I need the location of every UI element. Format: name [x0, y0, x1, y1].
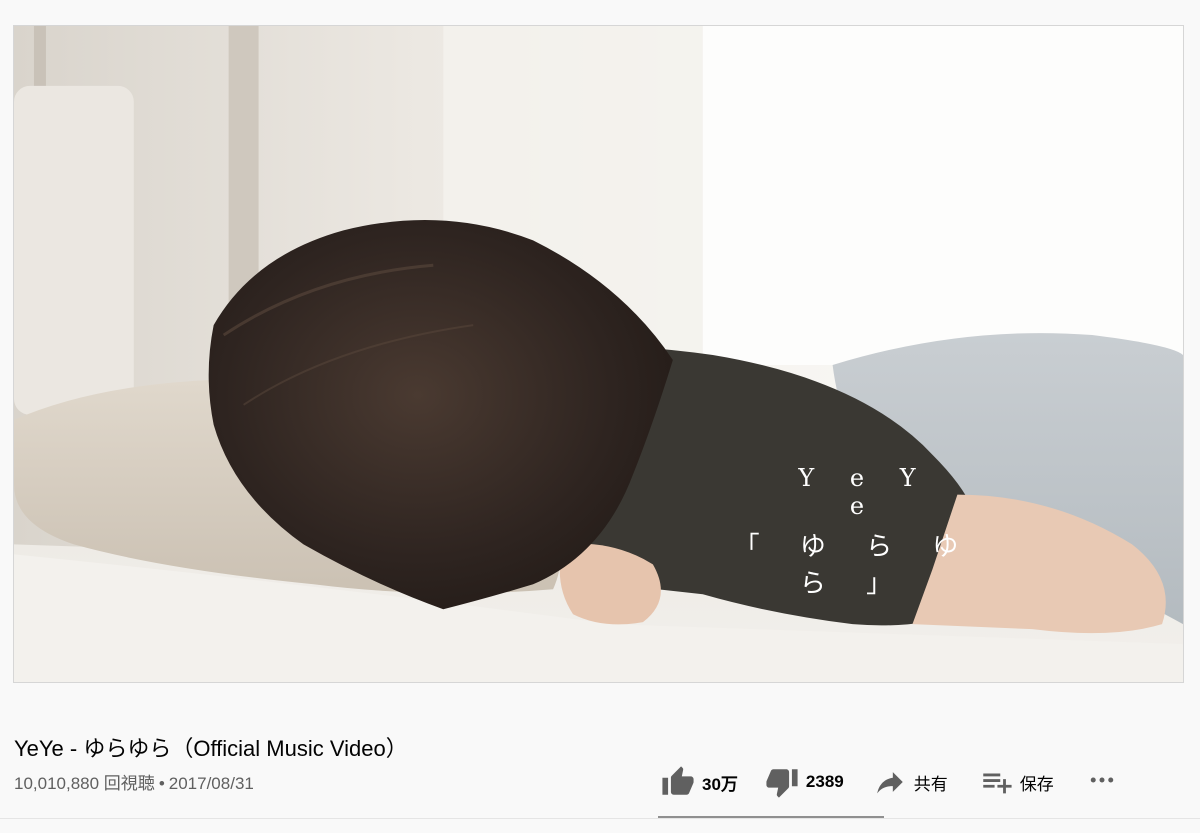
upload-date: 2017/08/31 — [168, 774, 254, 793]
overlay-song-text: 「 ゆ ら ゆ ら 」 — [733, 532, 975, 599]
thumb-down-icon — [764, 764, 800, 800]
more-horizontal-icon — [1087, 765, 1117, 800]
video-frame — [14, 26, 1183, 682]
like-count: 30万 — [702, 774, 738, 794]
video-player[interactable]: Y e Y e 「 ゆ ら ゆ ら 」 — [13, 25, 1184, 683]
playlist-add-icon — [978, 764, 1014, 800]
save-label: 保存 — [1019, 774, 1054, 794]
overlay-artist-text: Y e Y e — [798, 464, 930, 520]
like-button[interactable]: 30万 — [660, 762, 738, 802]
save-button[interactable]: 保存 — [978, 762, 1054, 802]
share-label: 共有 — [913, 774, 948, 794]
view-count: 10,010,880 回視聴 — [14, 774, 155, 793]
more-actions-button[interactable] — [1084, 764, 1120, 800]
action-bar: 30万 2389 共有 保存 — [660, 762, 1120, 802]
video-meta: 10,010,880 回視聴 • 2017/08/31 — [14, 769, 254, 794]
watch-page: Y e Y e 「 ゆ ら ゆ ら 」 YeYe - ゆらゆら（Official… — [0, 0, 1200, 833]
divider — [0, 818, 1200, 819]
share-button[interactable]: 共有 — [872, 762, 948, 802]
dislike-count: 2389 — [805, 772, 844, 791]
dislike-button[interactable]: 2389 — [764, 762, 844, 802]
video-title: YeYe - ゆらゆら（Official Music Video） — [14, 735, 408, 761]
share-arrow-icon — [872, 764, 908, 800]
thumb-up-icon — [660, 764, 696, 800]
meta-separator: • — [158, 774, 165, 793]
